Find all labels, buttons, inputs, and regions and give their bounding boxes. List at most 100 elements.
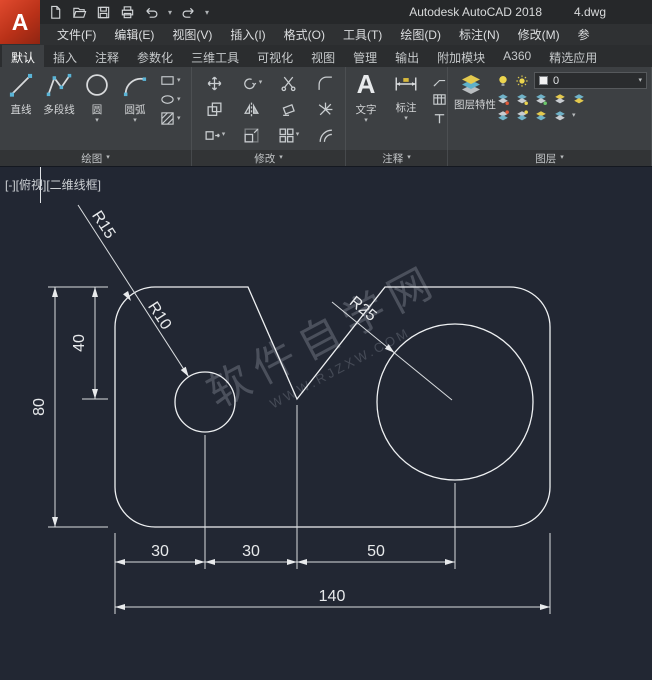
tool-multileader-button[interactable] bbox=[432, 73, 447, 88]
tab-add-ins[interactable]: 附加模块 bbox=[428, 45, 494, 67]
fillet-icon bbox=[317, 75, 334, 92]
drawing-canvas[interactable]: 软件自学网 WWW.RJZXW.COM bbox=[0, 167, 652, 680]
menu-edit[interactable]: 编辑(E) bbox=[105, 26, 163, 43]
layer-freeze-sun-icon[interactable] bbox=[515, 74, 529, 88]
tool-mirror-button[interactable] bbox=[233, 96, 270, 122]
tab-3d-tools[interactable]: 三维工具 bbox=[182, 45, 248, 67]
viewport-controls[interactable]: [-][俯视][二维线框] bbox=[5, 176, 101, 193]
panel-label-draw[interactable]: 绘图 ▾ bbox=[0, 150, 192, 166]
tool-copy-button[interactable] bbox=[196, 96, 233, 122]
layer-tool-icon[interactable] bbox=[496, 92, 510, 106]
chevron-down-icon[interactable]: ▾ bbox=[364, 117, 368, 125]
tab-visualize[interactable]: 可视化 bbox=[248, 45, 302, 67]
chevron-down-icon[interactable]: ▾ bbox=[177, 96, 181, 104]
tool-explode-button[interactable] bbox=[307, 96, 344, 122]
tool-offset-button[interactable] bbox=[307, 122, 344, 148]
chevron-down-icon[interactable]: ▾ bbox=[205, 8, 209, 17]
tab-output[interactable]: 输出 bbox=[386, 45, 428, 67]
chevron-down-icon[interactable]: ▾ bbox=[95, 117, 99, 125]
layer-tool-icon[interactable] bbox=[553, 92, 567, 106]
menu-modify[interactable]: 修改(M) bbox=[509, 26, 569, 43]
dim-r10: R10 bbox=[144, 299, 174, 333]
tab-home[interactable]: 默认 bbox=[2, 45, 44, 67]
layer-tool-icon[interactable] bbox=[496, 109, 510, 123]
tool-erase-button[interactable] bbox=[270, 96, 307, 122]
mirror-icon bbox=[243, 101, 260, 118]
chevron-down-icon[interactable]: ▾ bbox=[572, 112, 576, 120]
tab-view[interactable]: 视图 bbox=[302, 45, 344, 67]
tool-polyline-button[interactable]: 多段线 bbox=[40, 71, 78, 150]
menu-draw[interactable]: 绘图(D) bbox=[391, 26, 450, 43]
panel-label-layers[interactable]: 图层 ▾ bbox=[448, 150, 652, 166]
ellipse-icon bbox=[160, 92, 175, 107]
chevron-down-icon[interactable]: ▾ bbox=[133, 117, 137, 125]
ribbon-panel-draw: 直线 多段线 圆 ▾ bbox=[0, 67, 192, 150]
chevron-down-icon[interactable]: ▾ bbox=[222, 131, 226, 139]
tool-circle-button[interactable]: 圆 ▾ bbox=[78, 71, 116, 150]
layer-tool-icon[interactable] bbox=[515, 92, 529, 106]
menu-parametric[interactable]: 参 bbox=[569, 26, 599, 43]
tool-scale-button[interactable] bbox=[233, 122, 270, 148]
tool-arc-button[interactable]: 圆弧 ▾ bbox=[116, 71, 154, 150]
menu-view[interactable]: 视图(V) bbox=[163, 26, 221, 43]
chevron-down-icon[interactable]: ▾ bbox=[177, 115, 181, 123]
layer-tool-icon[interactable] bbox=[534, 109, 548, 123]
layer-tool-icon[interactable] bbox=[553, 109, 567, 123]
menu-insert[interactable]: 插入(I) bbox=[221, 26, 274, 43]
tool-stretch-button[interactable]: ▾ bbox=[196, 122, 233, 148]
model-space-canvas[interactable]: [-][俯视][二维线框] 软件自学网 WWW.RJZXW.COM bbox=[0, 166, 652, 680]
tab-featured-apps[interactable]: 精选应用 bbox=[540, 45, 606, 67]
tool-dimension-button[interactable]: 标注 ▾ bbox=[386, 67, 426, 150]
tool-rectangle-button[interactable]: ▾ bbox=[160, 73, 181, 88]
tool-text-button[interactable]: A 文字 ▾ bbox=[346, 67, 386, 150]
tab-manage[interactable]: 管理 bbox=[344, 45, 386, 67]
tool-trim-button[interactable] bbox=[270, 70, 307, 96]
chevron-down-icon[interactable]: ▾ bbox=[259, 79, 263, 87]
new-file-icon[interactable] bbox=[48, 5, 63, 20]
tab-parametric[interactable]: 参数化 bbox=[128, 45, 182, 67]
ribbon-panel-labels: 绘图 ▾ 修改 ▾ 注释 ▾ 图层 ▾ bbox=[0, 150, 652, 166]
tool-move-button[interactable] bbox=[196, 70, 233, 96]
chevron-down-icon[interactable]: ▾ bbox=[404, 115, 408, 123]
undo-icon[interactable] bbox=[144, 5, 159, 20]
save-icon[interactable] bbox=[96, 5, 111, 20]
plot-icon[interactable] bbox=[120, 5, 135, 20]
panel-label-annotate[interactable]: 注释 ▾ bbox=[346, 150, 448, 166]
layer-tool-icon[interactable] bbox=[534, 92, 548, 106]
tab-a360[interactable]: A360 bbox=[494, 45, 540, 67]
menu-format[interactable]: 格式(O) bbox=[275, 26, 334, 43]
chevron-down-icon[interactable]: ▾ bbox=[177, 77, 181, 85]
move-icon bbox=[206, 75, 223, 92]
tool-ellipse-button[interactable]: ▾ bbox=[160, 92, 181, 107]
tool-array-button[interactable]: ▾ bbox=[270, 122, 307, 148]
panel-label-modify[interactable]: 修改 ▾ bbox=[192, 150, 346, 166]
menu-tools[interactable]: 工具(T) bbox=[334, 26, 391, 43]
chevron-down-icon[interactable]: ▾ bbox=[296, 131, 300, 139]
dim-40: 40 bbox=[71, 334, 88, 352]
open-file-icon[interactable] bbox=[72, 5, 87, 20]
autocad-logo-button[interactable]: A bbox=[0, 0, 40, 44]
tool-label: 文字 bbox=[356, 102, 377, 117]
chevron-down-icon[interactable]: ▾ bbox=[168, 8, 172, 17]
tab-insert[interactable]: 插入 bbox=[44, 45, 86, 67]
tab-annotate[interactable]: 注释 bbox=[86, 45, 128, 67]
table-icon bbox=[432, 92, 447, 107]
dim-50: 50 bbox=[367, 543, 385, 560]
redo-icon[interactable] bbox=[181, 5, 196, 20]
tool-text-style-button[interactable] bbox=[432, 111, 447, 126]
dim-r15: R15 bbox=[88, 208, 118, 242]
layer-on-bulb-icon[interactable] bbox=[496, 74, 510, 88]
menu-dimension[interactable]: 标注(N) bbox=[450, 26, 509, 43]
tool-rotate-button[interactable]: ▾ bbox=[233, 70, 270, 96]
erase-icon bbox=[280, 101, 297, 118]
layer-tool-icon[interactable] bbox=[515, 109, 529, 123]
tool-table-button[interactable] bbox=[432, 92, 447, 107]
tool-fillet-button[interactable] bbox=[307, 70, 344, 96]
chevron-down-icon[interactable]: ▾ bbox=[638, 77, 642, 85]
tool-hatch-button[interactable]: ▾ bbox=[160, 111, 181, 126]
layer-tool-icon[interactable] bbox=[572, 92, 586, 106]
layer-select[interactable]: 0 ▾ bbox=[534, 72, 647, 89]
tool-line-button[interactable]: 直线 bbox=[2, 71, 40, 150]
menu-file[interactable]: 文件(F) bbox=[48, 26, 105, 43]
layer-properties-button[interactable]: 图层特性 bbox=[448, 67, 494, 150]
